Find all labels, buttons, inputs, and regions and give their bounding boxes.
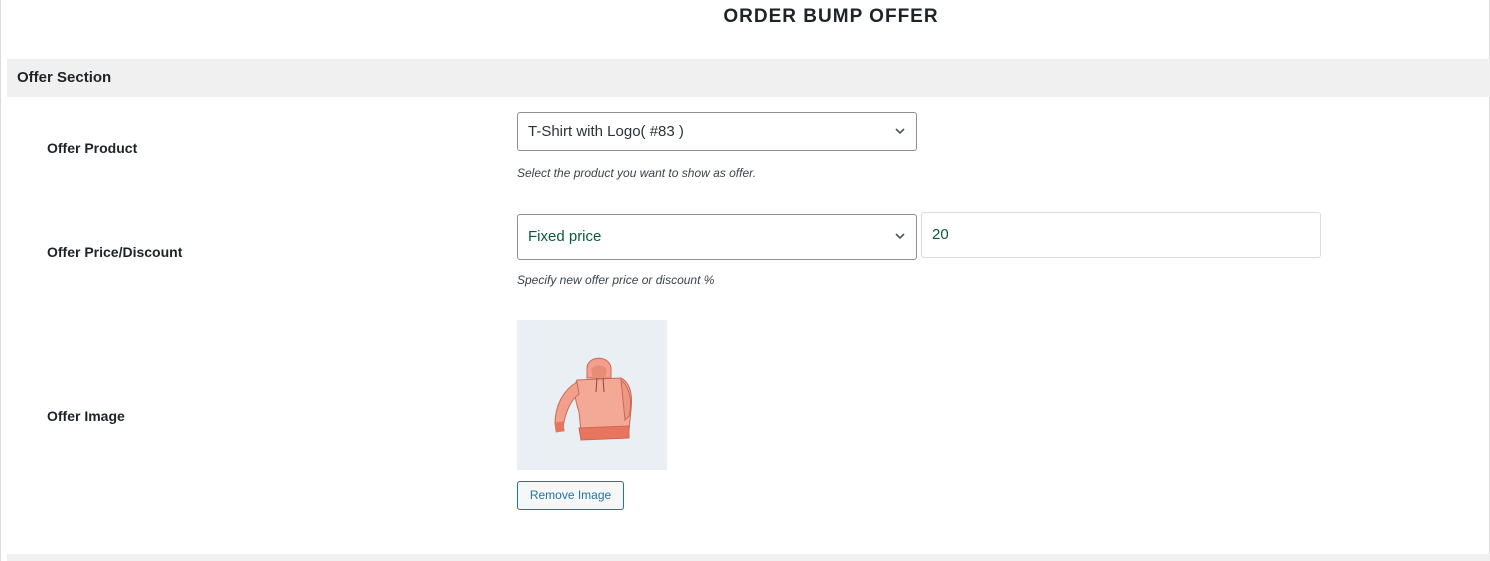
offer-price-label: Offer Price/Discount [47, 244, 183, 260]
section-footer [7, 554, 1490, 561]
chevron-down-icon [895, 233, 905, 240]
offer-price-help: Specify new offer price or discount % [517, 273, 715, 287]
offer-product-label: Offer Product [47, 140, 138, 156]
section-header: Offer Section [7, 59, 1490, 97]
offer-product-select[interactable]: T-Shirt with Logo( #83 ) [517, 112, 917, 151]
offer-image-label: Offer Image [47, 408, 125, 424]
page-title: ORDER BUMP OFFER [723, 6, 939, 27]
offer-product-help: Select the product you want to show as o… [517, 166, 757, 180]
offer-price-type-select[interactable]: Fixed price [517, 214, 917, 260]
offer-price-type-value: Fixed price [528, 228, 602, 245]
offer-image-preview [517, 320, 667, 470]
offer-price-value: 20 [932, 226, 949, 243]
remove-image-button[interactable]: Remove Image [517, 481, 624, 510]
hoodie-image-icon [554, 357, 632, 441]
chevron-down-icon [895, 127, 905, 134]
offer-product-selected-value: T-Shirt with Logo( #83 ) [528, 123, 684, 140]
section-title: Offer Section [17, 69, 112, 86]
page-frame: ORDER BUMP OFFER Offer Section Offer Pro… [0, 0, 1490, 561]
offer-price-value-input[interactable]: 20 [921, 212, 1321, 258]
